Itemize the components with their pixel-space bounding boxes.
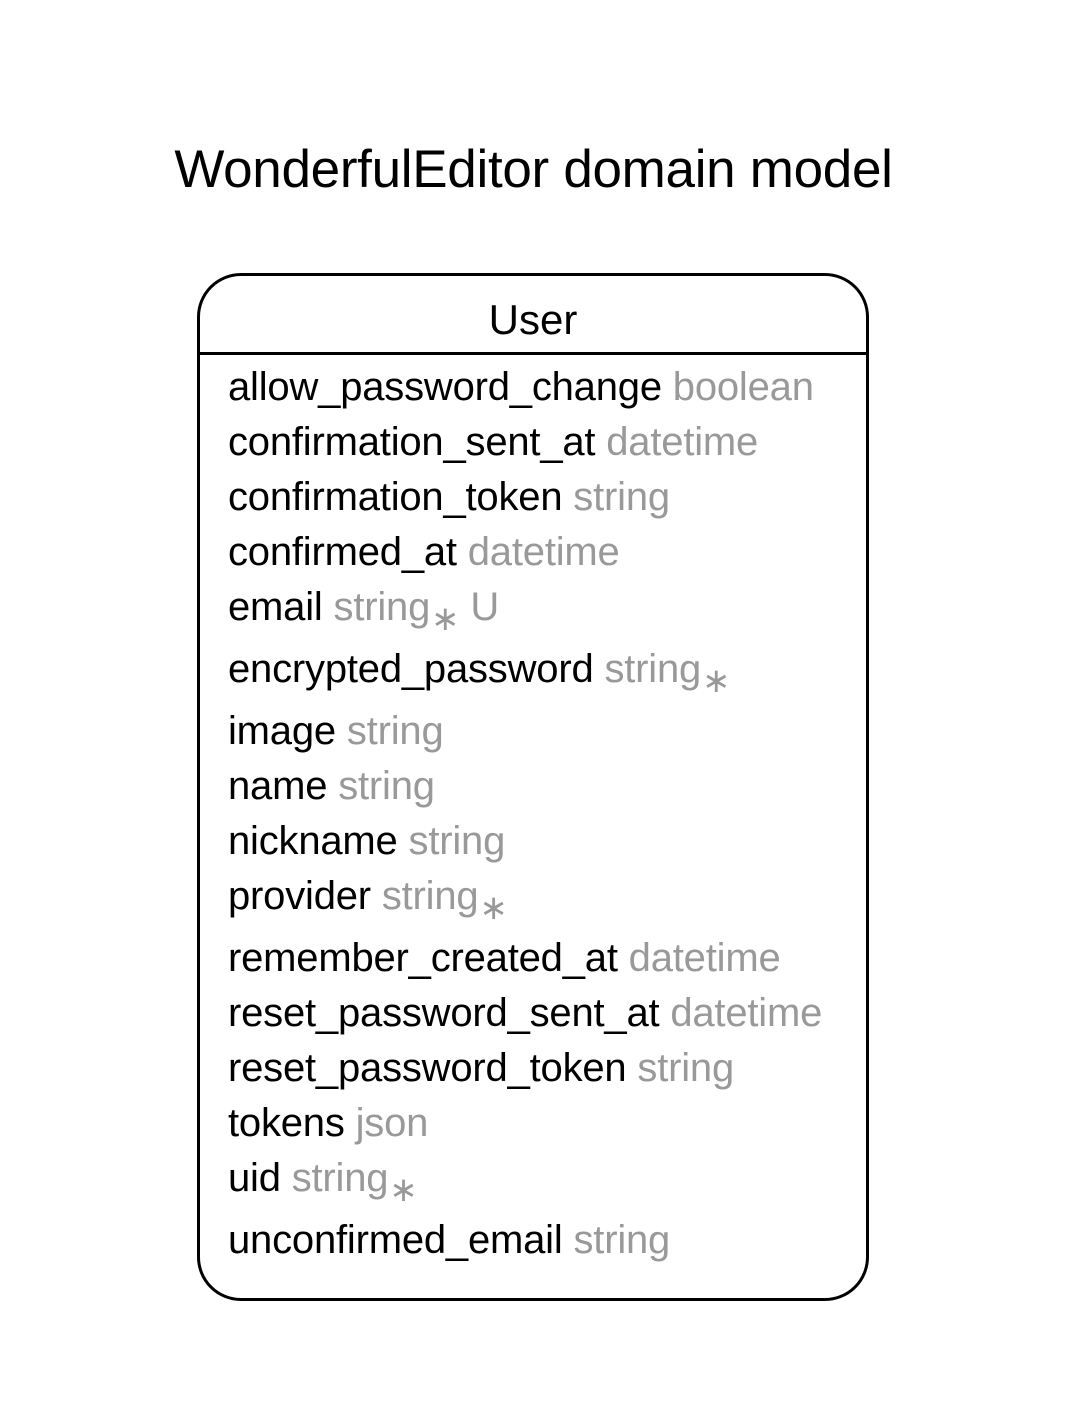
not-null-marker: ∗ [431, 600, 460, 638]
attribute-type: string [604, 647, 702, 691]
attribute-name: reset_password_token [228, 1046, 627, 1090]
attribute-type: string [408, 819, 506, 863]
attribute-name: confirmation_sent_at [228, 420, 596, 464]
attribute-name: encrypted_password [228, 647, 594, 691]
attribute-name: uid [228, 1156, 281, 1200]
attribute-type: datetime [628, 936, 781, 980]
attribute-row: unconfirmed_email string [228, 1213, 822, 1268]
attribute-type: string [381, 874, 479, 918]
attribute-row: uid string∗ [228, 1151, 822, 1213]
attribute-name: tokens [228, 1101, 345, 1145]
attribute-name: confirmation_token [228, 475, 563, 519]
attribute-name: remember_created_at [228, 936, 618, 980]
attribute-row: email string∗ U [228, 580, 822, 642]
attribute-name: unconfirmed_email [228, 1218, 563, 1262]
attribute-type: string [637, 1046, 735, 1090]
attribute-row: provider string∗ [228, 869, 822, 931]
attribute-name: confirmed_at [228, 530, 457, 574]
diagram-title: WonderfulEditor domain model [174, 140, 893, 199]
attribute-row: name string [228, 759, 822, 814]
entity-user: User allow_password_change boolean confi… [197, 273, 869, 1301]
attribute-row: image string [228, 704, 822, 759]
attribute-row: tokens json [228, 1096, 822, 1151]
attribute-row: reset_password_sent_at datetime [228, 986, 822, 1041]
not-null-marker: ∗ [389, 1171, 418, 1209]
attribute-row: nickname string [228, 814, 822, 869]
attribute-type: json [355, 1101, 429, 1145]
attribute-name: nickname [228, 819, 398, 863]
attribute-name: provider [228, 874, 371, 918]
attribute-type: string [346, 709, 444, 753]
attribute-row: encrypted_password string∗ [228, 642, 822, 704]
attribute-type: datetime [467, 530, 620, 574]
attribute-row: reset_password_token string [228, 1041, 822, 1096]
attribute-type: string [338, 764, 435, 808]
attribute-name: allow_password_change [228, 365, 662, 409]
attribute-row: allow_password_change boolean [228, 360, 822, 415]
attribute-row: remember_created_at datetime [228, 931, 822, 986]
attribute-type: datetime [606, 420, 759, 464]
attribute-name: name [228, 764, 328, 808]
attribute-name: image [228, 709, 336, 753]
attribute-row: confirmation_sent_at datetime [228, 415, 822, 470]
attribute-row: confirmation_token string [228, 470, 822, 525]
attribute-row: confirmed_at datetime [228, 525, 822, 580]
not-null-marker: ∗ [479, 889, 508, 927]
not-null-marker: ∗ [702, 662, 731, 700]
entity-name: User [200, 276, 866, 355]
attribute-list: allow_password_change boolean confirmati… [228, 360, 822, 1268]
attribute-name: reset_password_sent_at [228, 991, 660, 1035]
attribute-name: email [228, 585, 323, 629]
attribute-type: datetime [670, 991, 823, 1035]
attribute-type: string [573, 475, 670, 519]
attribute-type: boolean [672, 365, 814, 409]
attribute-type: string [573, 1218, 671, 1262]
unique-flag: U [470, 585, 500, 629]
attribute-type: string [333, 585, 431, 629]
attribute-type: string [291, 1156, 389, 1200]
